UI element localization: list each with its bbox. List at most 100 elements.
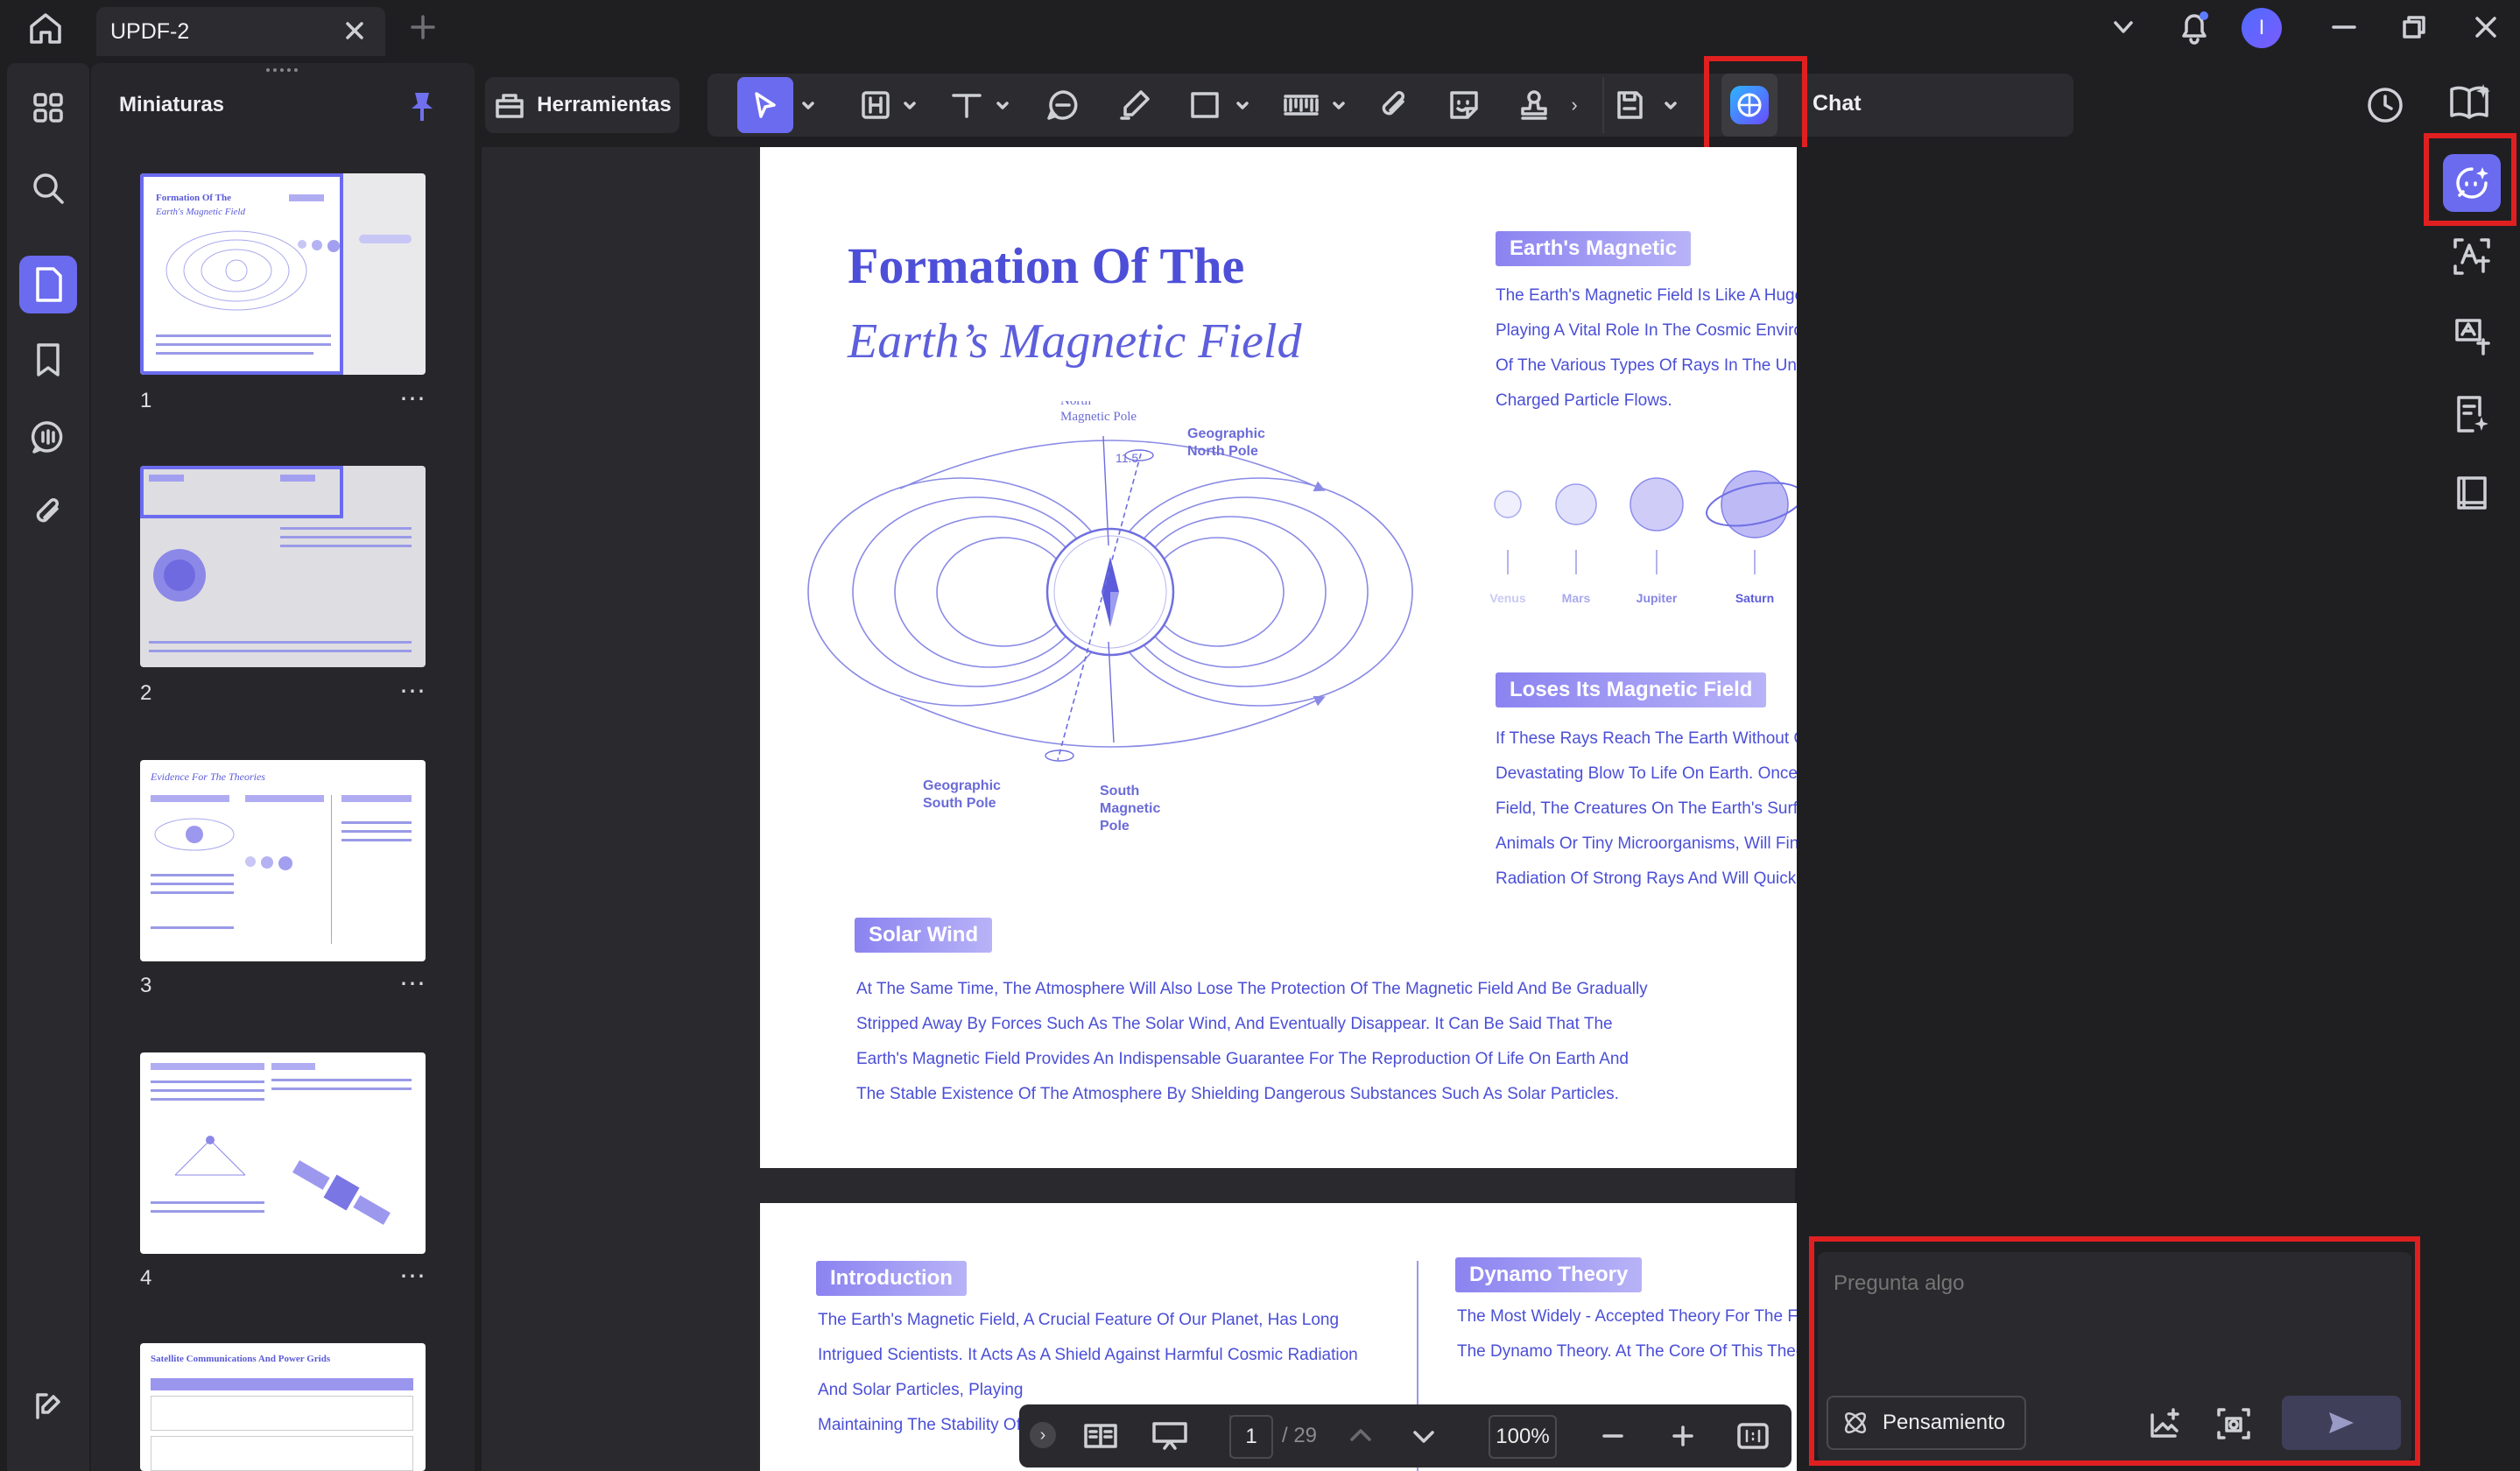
reader-icon[interactable] [2448, 82, 2492, 123]
thumbnail-more-icon[interactable]: ⋯ [399, 384, 426, 414]
previous-page-icon[interactable] [1345, 1420, 1376, 1452]
avatar[interactable]: I [2242, 8, 2282, 48]
collapse-arrow-icon[interactable]: › [1030, 1422, 1056, 1448]
reading-mode-icon[interactable] [1082, 1418, 1119, 1453]
highlight-box-ai-chat [2424, 133, 2516, 226]
paragraph-line: The Stable Existence Of The Atmosphere B… [856, 1085, 1619, 1103]
thumbnails-icon[interactable] [19, 256, 77, 313]
bell-icon[interactable] [2177, 9, 2212, 46]
chat-title: Chat [1813, 91, 1862, 116]
summarize-icon[interactable] [2452, 394, 2492, 434]
new-tab-icon[interactable] [408, 12, 438, 42]
search-icon[interactable] [19, 159, 77, 217]
page-number: 3 [140, 974, 152, 997]
thumbnail-page-2[interactable] [140, 466, 426, 667]
zoom-in-icon[interactable] [1667, 1420, 1699, 1452]
paragraph-line: And Solar Particles, Playing [818, 1381, 1024, 1399]
south-magnetic-label-2: Magnetic [1100, 801, 1160, 816]
paragraph-line: Charged Particle Flows. [1496, 391, 1672, 410]
minimize-icon[interactable] [2329, 14, 2359, 40]
highlighter-icon[interactable] [1110, 77, 1159, 133]
paragraph-line: Intrigued Scientists. It Acts As A Shiel… [818, 1346, 1358, 1364]
zoom-out-icon[interactable] [1597, 1420, 1629, 1452]
document-tab[interactable]: UPDF-2 [96, 7, 385, 56]
measure-icon[interactable] [1277, 77, 1326, 133]
close-tab-icon[interactable] [341, 18, 368, 44]
thumbnail-page-1[interactable]: Formation Of The Earth's Magnetic Field [140, 173, 426, 375]
north-magnetic-label-2: Magnetic Pole [1060, 410, 1137, 424]
chevron-down-icon[interactable] [991, 77, 1014, 133]
stamp-icon[interactable] [1510, 77, 1559, 133]
svg-text:South: South [1100, 784, 1139, 799]
svg-text:Geographic: Geographic [1187, 426, 1265, 441]
presentation-icon[interactable] [1151, 1418, 1189, 1453]
pin-icon[interactable] [406, 89, 438, 124]
highlight-box-ai-button [1704, 56, 1807, 152]
planet-label: Mars [1562, 591, 1591, 605]
rectangle-icon[interactable] [1182, 77, 1228, 133]
heading-icon[interactable] [853, 77, 898, 133]
thumbnails-panel: Miniaturas Formation Of The Earth's Magn… [91, 63, 475, 1471]
section-label: Dynamo Theory [1455, 1257, 1643, 1292]
chevron-down-icon[interactable] [1327, 77, 1350, 133]
svg-text:South Pole: South Pole [923, 796, 996, 811]
attachment-icon[interactable] [19, 483, 77, 541]
toolbox-icon [496, 94, 524, 118]
ocr-icon[interactable] [2452, 236, 2492, 277]
svg-text:Mars: Mars [1562, 591, 1591, 605]
left-rail [7, 63, 89, 1471]
tab-title: UPDF-2 [110, 19, 190, 44]
panel-drag-handle[interactable] [266, 68, 298, 74]
thumbnail-page-5[interactable]: Satellite Communications And Power Grids [140, 1343, 426, 1471]
home-icon[interactable] [26, 11, 65, 46]
thumbnail-page-3[interactable]: Evidence For The Theories [140, 760, 426, 961]
thumbnail-page-4[interactable] [140, 1052, 426, 1254]
north-magnetic-label-1: North [1060, 401, 1091, 408]
section-label: Introduction [816, 1261, 967, 1296]
chevron-down-icon[interactable] [898, 77, 921, 133]
pdf-page-1: Formation Of The Earth’s Magnetic Field … [760, 147, 1797, 1168]
settings-brush-icon[interactable] [19, 1376, 77, 1434]
paragraph-line: Field, The Creatures On The Earth's Surf… [1496, 799, 1797, 818]
planet-label: Jupiter [1637, 591, 1678, 605]
save-icon[interactable] [1602, 77, 1655, 133]
text-icon[interactable] [944, 77, 989, 133]
chevron-down-icon[interactable] [1662, 77, 1679, 133]
paragraph-line: At The Same Time, The Atmosphere Will Al… [856, 980, 1648, 998]
south-magnetic-label-1: South [1100, 784, 1139, 799]
tools-button[interactable]: Herramientas [485, 77, 679, 133]
thumbnail-more-icon[interactable]: ⋯ [399, 968, 426, 999]
zoom-level[interactable]: 100% [1489, 1415, 1557, 1459]
overflow-icon[interactable]: › [1566, 77, 1583, 133]
thumbnail-more-icon[interactable]: ⋯ [399, 1261, 426, 1292]
thumbnail-more-icon[interactable]: ⋯ [399, 676, 426, 707]
actual-size-icon[interactable] [1735, 1420, 1770, 1452]
geo-south-label-1: Geographic [923, 778, 1001, 793]
svg-text:11.5: 11.5 [1116, 451, 1138, 465]
comment-bubble-icon[interactable] [1038, 77, 1088, 133]
geo-south-label-2: South Pole [923, 796, 996, 811]
page-number-input[interactable]: 1 [1229, 1415, 1273, 1459]
right-rail [2425, 63, 2520, 1471]
history-clock-icon[interactable] [2364, 84, 2406, 126]
next-page-icon[interactable] [1408, 1420, 1439, 1452]
comment-icon[interactable] [19, 408, 77, 466]
sticker-icon[interactable] [1439, 77, 1489, 133]
geo-north-label-2: North Pole [1187, 444, 1258, 459]
chevron-down-icon[interactable] [797, 77, 820, 133]
book-icon[interactable] [2452, 473, 2492, 513]
chevron-down-icon[interactable] [1231, 77, 1254, 133]
chevron-down-icon[interactable] [2108, 14, 2138, 40]
paragraph-line: The Dynamo Theory. At The Core Of This T… [1457, 1342, 1797, 1361]
page-title-line2: Earth’s Magnetic Field [848, 314, 1302, 369]
close-window-icon[interactable] [2471, 12, 2501, 42]
paperclip-icon[interactable] [1369, 77, 1418, 133]
translate-icon[interactable] [2452, 315, 2492, 355]
paragraph-line: The Earth's Magnetic Field, A Crucial Fe… [818, 1311, 1340, 1329]
south-magnetic-label-3: Pole [1100, 819, 1130, 834]
grid-icon[interactable] [19, 79, 77, 137]
select-arrow-icon[interactable] [737, 77, 793, 133]
bookmark-icon[interactable] [19, 331, 77, 389]
restore-icon[interactable] [2399, 12, 2429, 42]
thumbnail-heading: Satellite Communications And Power Grids [151, 1354, 331, 1364]
